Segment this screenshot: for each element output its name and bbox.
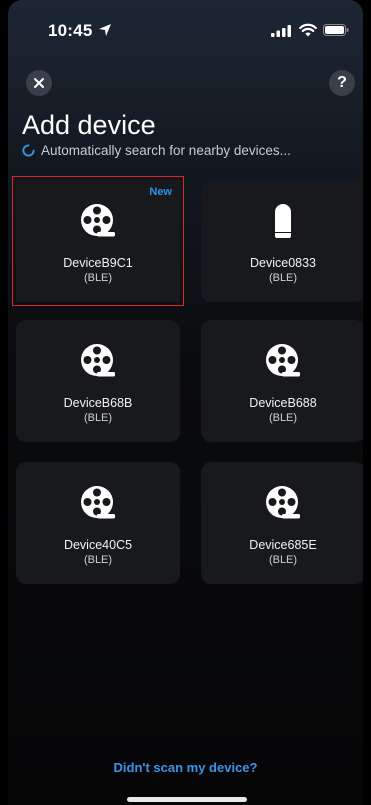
device-name: DeviceB9C1 (63, 256, 133, 270)
speaker-icon (275, 204, 291, 238)
device-protocol: (BLE) (268, 412, 298, 424)
home-indicator (127, 797, 247, 802)
device-card-2[interactable]: DeviceB68B (BLE) (16, 320, 180, 442)
device-protocol: (BLE) (83, 272, 113, 284)
help-button[interactable]: ? (329, 70, 355, 96)
device-card-5[interactable]: Device685E (BLE) (201, 462, 363, 584)
device-name: Device685E (249, 538, 317, 552)
device-name: Device40C5 (63, 538, 133, 552)
new-badge: New (149, 186, 172, 198)
device-card-4[interactable]: Device40C5 (BLE) (16, 462, 180, 584)
wifi-icon (299, 23, 317, 37)
app-screen: 10:45 ? Add device Automatically search … (8, 0, 363, 805)
device-card-3[interactable]: DeviceB688 (BLE) (201, 320, 363, 442)
help-button-label: ? (337, 74, 347, 91)
didnt-scan-device-link[interactable]: Didn't scan my device? (8, 760, 363, 775)
cellular-signal-icon (271, 25, 291, 37)
device-name: DeviceB68B (63, 396, 133, 410)
page-title: Add device (22, 110, 156, 140)
film-reel-icon (266, 486, 300, 519)
film-reel-icon (81, 344, 115, 377)
close-button[interactable] (26, 70, 52, 96)
device-card-1[interactable]: Device0833 (BLE) (201, 180, 363, 302)
searching-status: Automatically search for nearby devices.… (22, 143, 291, 158)
device-protocol: (BLE) (83, 412, 113, 424)
status-time: 10:45 (48, 21, 93, 40)
device-name: DeviceB688 (249, 396, 317, 410)
loading-spinner-icon (22, 144, 35, 157)
searching-text: Automatically search for nearby devices.… (41, 143, 291, 158)
device-protocol: (BLE) (268, 554, 298, 566)
battery-icon (323, 24, 349, 36)
film-reel-icon (81, 204, 115, 237)
close-icon (34, 78, 44, 88)
device-protocol: (BLE) (268, 272, 298, 284)
status-bar: 10:45 (8, 0, 363, 48)
device-protocol: (BLE) (83, 554, 113, 566)
device-card-0[interactable]: New DeviceB9C1 (BLE) (12, 176, 184, 306)
device-name: Device0833 (249, 256, 316, 270)
film-reel-icon (81, 486, 115, 519)
location-arrow-icon (99, 24, 111, 36)
film-reel-icon (266, 344, 300, 377)
